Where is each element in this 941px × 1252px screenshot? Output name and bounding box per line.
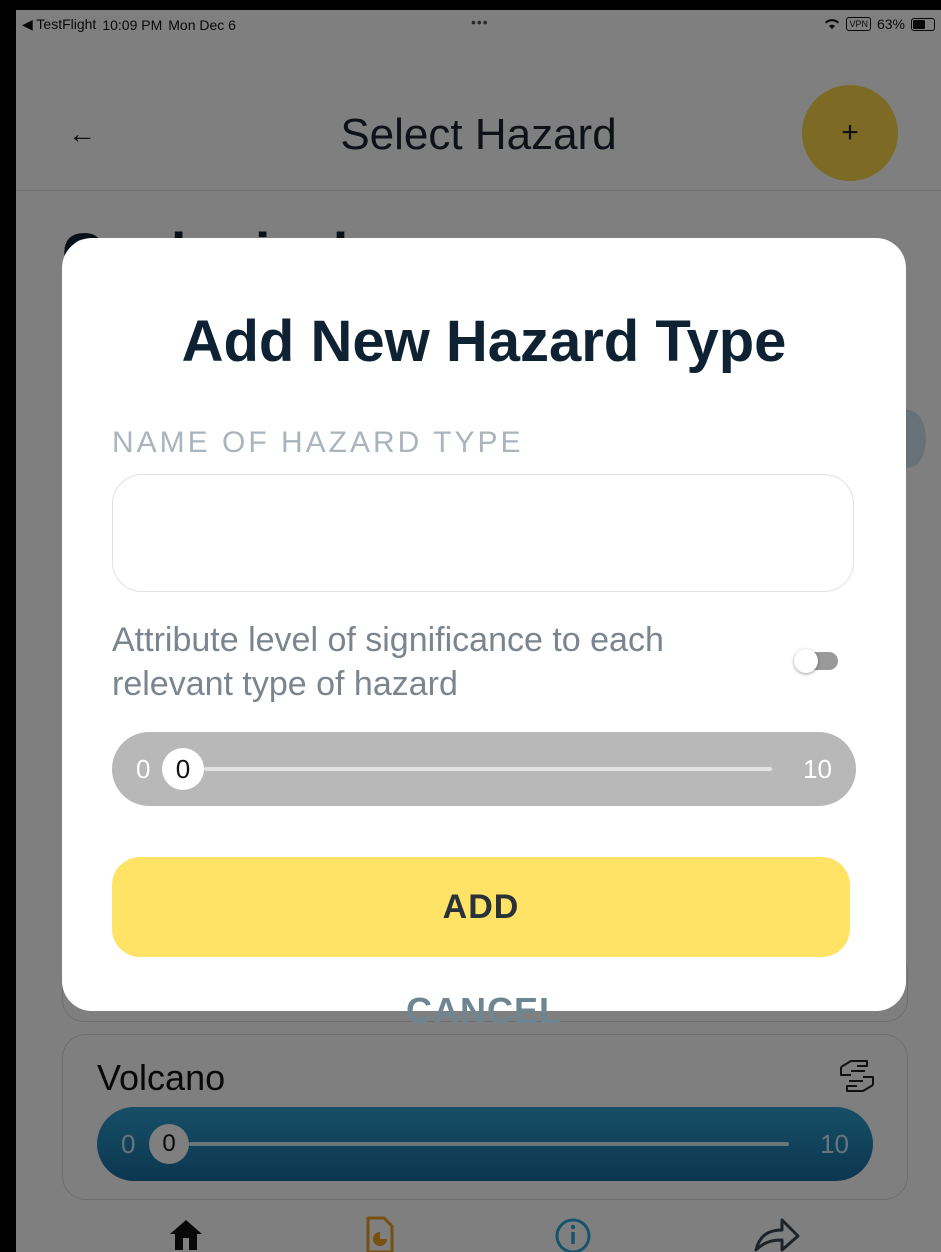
slider-max-label: 10 [803, 754, 832, 784]
cancel-button[interactable]: CANCEL [62, 990, 906, 1032]
slider-track[interactable] [204, 767, 772, 771]
significance-toggle[interactable] [794, 649, 838, 673]
slider-thumb[interactable]: 0 [162, 748, 204, 790]
app-screen: ◀ TestFlight 10:09 PM Mon Dec 6 ••• VPN … [16, 10, 941, 1252]
significance-description: Attribute level of significance to each … [112, 621, 664, 703]
add-hazard-type-dialog: Add New Hazard Type NAME OF HAZARD TYPE … [62, 238, 906, 1011]
toggle-knob[interactable] [794, 649, 818, 673]
slider-min-label: 0 [136, 754, 151, 784]
hazard-name-label: NAME OF HAZARD TYPE [112, 426, 524, 459]
add-button[interactable]: ADD [112, 857, 850, 957]
dialog-title: Add New Hazard Type [181, 309, 787, 374]
hazard-name-input[interactable] [112, 474, 854, 592]
dialog-significance-slider[interactable]: 0 0 10 [112, 732, 856, 806]
